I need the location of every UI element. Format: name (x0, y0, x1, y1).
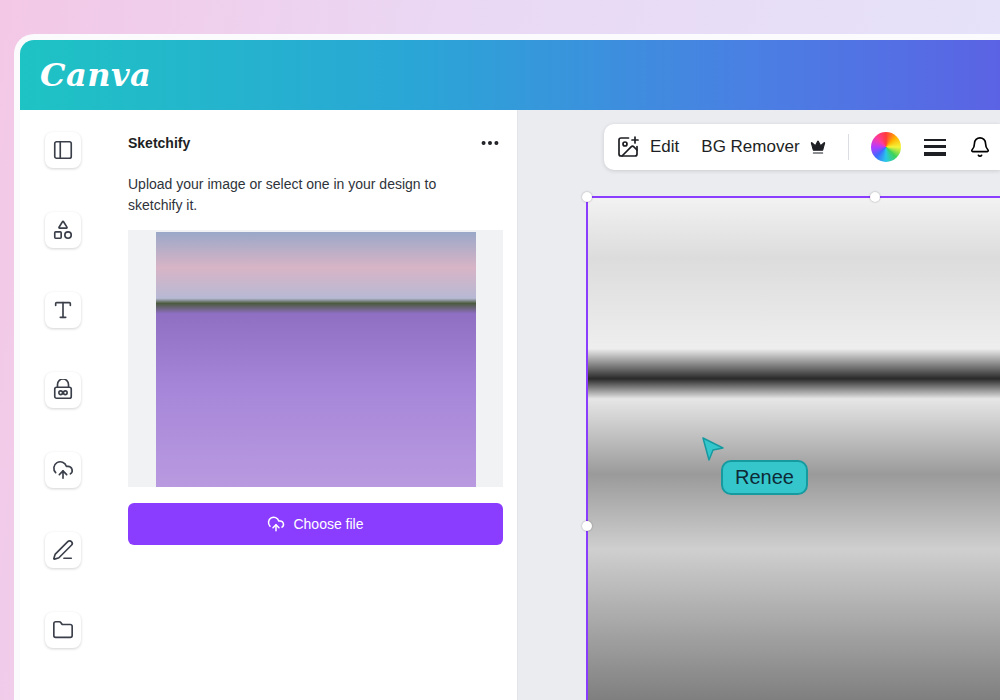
image-toolbar: Edit BG Remover (604, 124, 1000, 170)
elements-icon (52, 219, 74, 241)
color-wheel-icon[interactable] (871, 132, 901, 162)
toolbar-divider (848, 134, 849, 160)
page: Canva Sketchify Upload your image or selec… (0, 0, 1000, 700)
toolbar-label: Edit (650, 137, 679, 157)
projects-icon (52, 619, 74, 641)
collaborator-name: Renee (721, 460, 808, 495)
more-icon (479, 132, 501, 154)
cursor-icon (701, 436, 725, 462)
toolbar-button[interactable]: Edit (616, 135, 679, 159)
sidebar-item[interactable] (45, 372, 81, 408)
more-button[interactable] (479, 132, 503, 154)
logo[interactable]: Canva (40, 56, 151, 94)
resize-handle[interactable] (870, 192, 880, 202)
brand-icon (52, 379, 74, 401)
crown-icon (810, 139, 826, 155)
preview-box (128, 230, 503, 487)
workspace: Sketchify Upload your image or select one… (20, 110, 1000, 700)
upload-icon (267, 515, 285, 533)
bell-icon[interactable] (969, 136, 991, 158)
panel-description: Upload your image or select one in your … (128, 174, 503, 216)
uploads-icon (52, 459, 74, 481)
resize-handle[interactable] (582, 521, 592, 531)
selected-image[interactable]: Renee (586, 196, 1000, 700)
choose-file-label: Choose file (293, 516, 363, 532)
edit-image-icon (616, 135, 640, 159)
sidebar (20, 110, 105, 700)
sidebar-item[interactable] (45, 532, 81, 568)
header: Canva (20, 40, 1000, 110)
preview-photo[interactable] (156, 232, 476, 487)
sidebar-item[interactable] (45, 212, 81, 248)
sketchify-panel: Sketchify Upload your image or select one… (105, 110, 518, 700)
sidebar-item[interactable] (45, 292, 81, 328)
canvas: Edit BG Remover Renee (518, 110, 1000, 700)
panel-title: Sketchify (128, 135, 190, 151)
choose-file-button[interactable]: Choose file (128, 503, 503, 545)
draw-icon (52, 539, 74, 561)
resize-handle[interactable] (582, 192, 592, 202)
line-style-icon[interactable] (923, 137, 947, 157)
text-icon (52, 299, 74, 321)
collaborator-cursor: Renee (701, 436, 808, 495)
sketch-image[interactable] (588, 198, 1000, 700)
sidebar-item[interactable] (45, 612, 81, 648)
app-window: Canva Sketchify Upload your image or selec… (14, 34, 1000, 700)
design-icon (52, 139, 74, 161)
sidebar-item[interactable] (45, 132, 81, 168)
toolbar-label: BG Remover (701, 137, 799, 157)
sidebar-item[interactable] (45, 452, 81, 488)
panel-header: Sketchify (128, 132, 503, 154)
toolbar-button[interactable]: BG Remover (701, 137, 825, 157)
